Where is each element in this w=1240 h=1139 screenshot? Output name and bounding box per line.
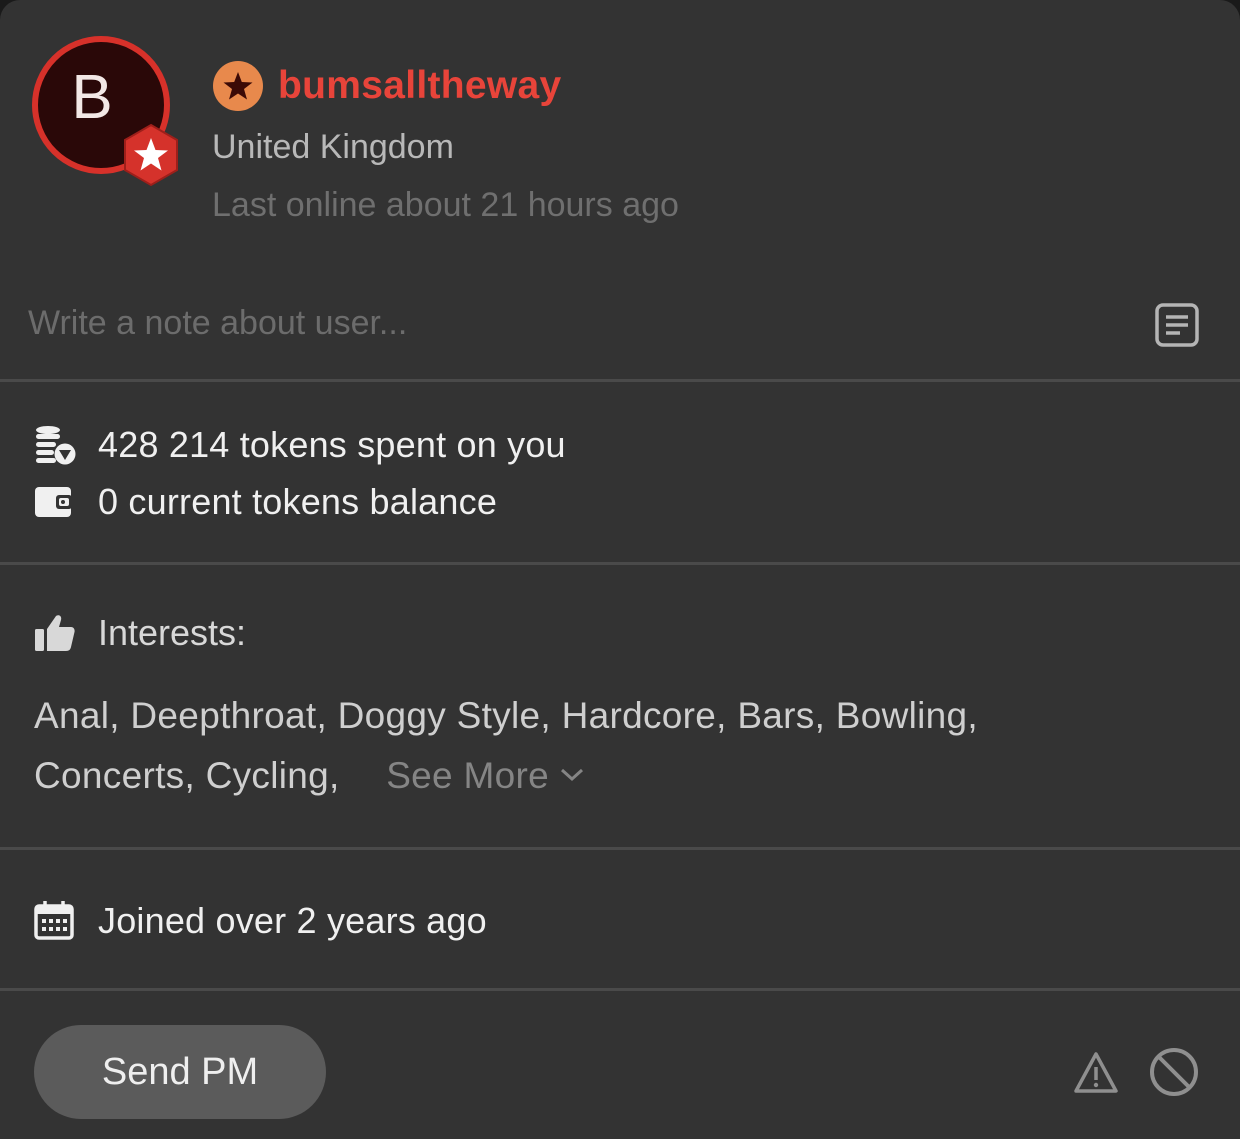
last-online-status: Last online about 21 hours ago	[212, 186, 679, 224]
see-more-label: See More	[386, 755, 550, 796]
interests-header: Interests:	[34, 612, 246, 654]
calendar-icon	[34, 901, 74, 940]
tokens-balance: 0 current tokens balance	[98, 481, 498, 522]
name-row: bumsalltheway	[212, 60, 562, 112]
report-icon[interactable]	[1072, 1050, 1120, 1096]
joined-row: Joined over 2 years ago	[34, 900, 487, 942]
tokens-spent-row: 428 214 tokens spent on you	[34, 424, 566, 466]
divider	[0, 562, 1240, 565]
coins-icon	[36, 426, 76, 465]
chevron-down-icon	[561, 769, 584, 782]
joined-label: Joined over 2 years ago	[98, 900, 487, 941]
star-badge-icon	[124, 123, 178, 187]
block-icon[interactable]	[1148, 1046, 1200, 1098]
country-label: United Kingdom	[212, 128, 454, 166]
thumbs-up-icon	[35, 615, 75, 651]
see-more-link[interactable]: See More	[386, 755, 585, 796]
avatar-letter: B	[71, 63, 113, 132]
divider	[0, 379, 1240, 382]
tokens-balance-row: 0 current tokens balance	[34, 481, 497, 523]
divider	[0, 988, 1240, 991]
note-input[interactable]	[28, 300, 1128, 346]
send-pm-button[interactable]: Send PM	[34, 1025, 326, 1119]
rank-star-icon	[213, 61, 263, 111]
note-icon[interactable]	[1154, 302, 1200, 348]
interests-label: Interests:	[98, 612, 247, 653]
divider	[0, 847, 1240, 850]
username[interactable]: bumsalltheway	[278, 64, 562, 108]
interests-list: Anal, Deepthroat, Doggy Style, Hardcore,…	[34, 686, 1114, 806]
tokens-spent: 428 214 tokens spent on you	[98, 424, 566, 465]
user-profile-card: B bumsalltheway United Kingdom Last onli…	[0, 0, 1240, 1139]
wallet-icon	[35, 487, 72, 517]
